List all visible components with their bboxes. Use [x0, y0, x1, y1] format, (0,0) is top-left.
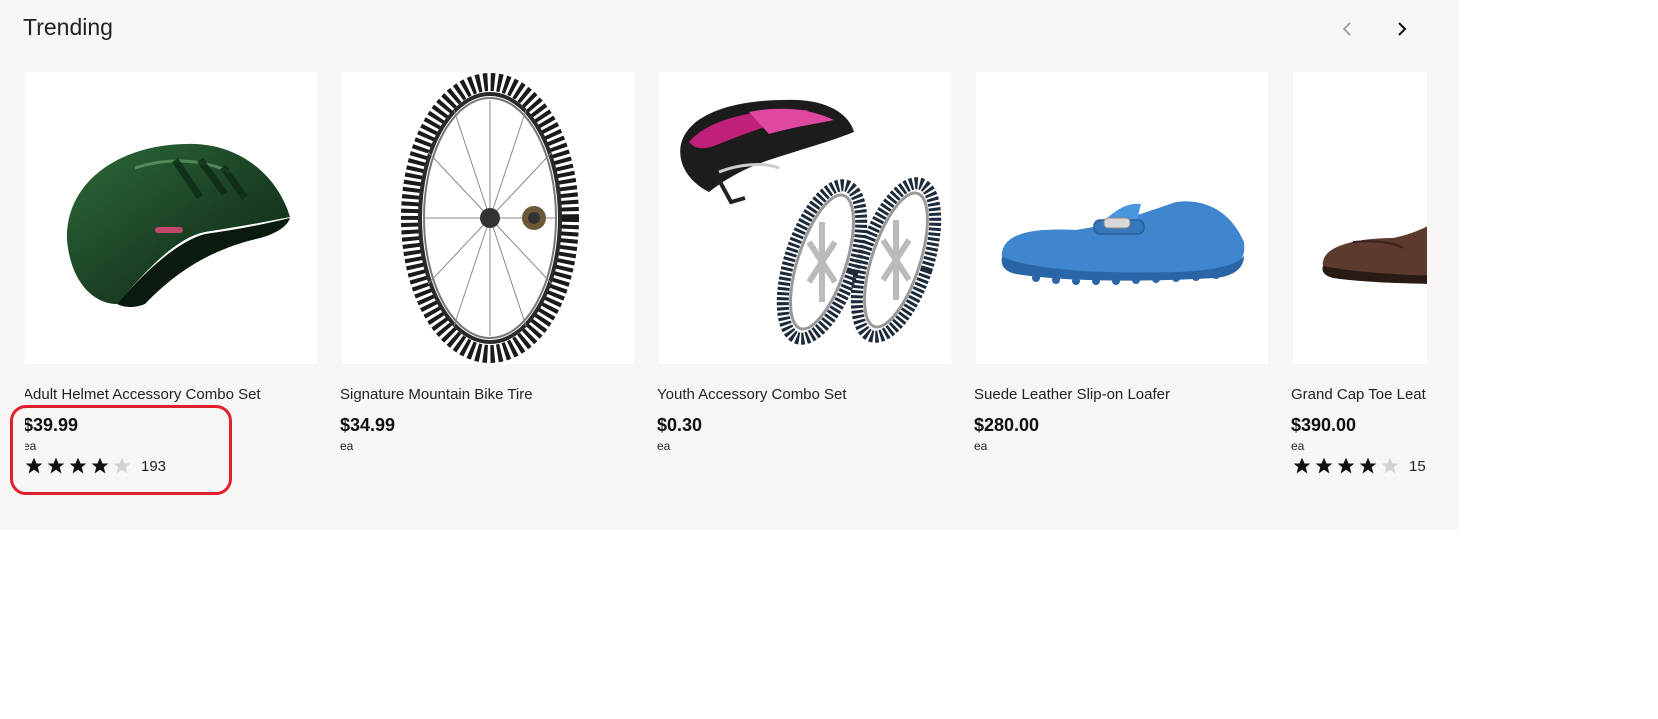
review-count: 193 [141, 457, 167, 475]
carousel-next-button[interactable] [1385, 12, 1419, 46]
product-card[interactable]: Signature Mountain Bike Tire $34.99 ea [340, 72, 634, 512]
review-count: 15 [1409, 457, 1426, 475]
star-filled-icon [69, 457, 87, 474]
star-filled-icon [47, 457, 65, 474]
star-filled-icon [1293, 457, 1311, 474]
product-name[interactable]: Youth Accessory Combo Set [657, 386, 847, 403]
oxford-shoe-image [1322, 226, 1427, 284]
product-unit: ea [1291, 439, 1305, 453]
product-image-blue-loafer[interactable] [976, 72, 1268, 364]
product-unit: ea [340, 439, 354, 453]
star-filled-icon [25, 457, 43, 474]
product-image-green-helmet[interactable] [25, 72, 317, 364]
section-title: Trending [23, 14, 113, 40]
product-card[interactable]: Grand Cap Toe Leat $390.00 ea 15 [1291, 72, 1427, 512]
product-carousel: Adult Helmet Accessory Combo Set $39.99 … [25, 72, 1427, 512]
product-name[interactable]: Signature Mountain Bike Tire [340, 386, 533, 403]
star-empty-icon [113, 457, 131, 474]
youth-combo-image [680, 99, 942, 345]
product-price: $390.00 [1291, 415, 1357, 435]
product-unit: ea [25, 439, 37, 453]
product-image-brown-oxford[interactable] [1293, 72, 1427, 364]
star-filled-icon [1337, 457, 1355, 474]
product-image-helmet-and-wheels[interactable] [659, 72, 951, 364]
product-price: $39.99 [25, 415, 79, 435]
product-rating: 15 [1291, 456, 1426, 476]
star-filled-icon [1359, 457, 1377, 474]
star-filled-icon [1315, 457, 1333, 474]
product-price: $280.00 [974, 415, 1040, 435]
product-card[interactable]: Suede Leather Slip-on Loafer $280.00 ea [974, 72, 1268, 512]
product-name[interactable]: Grand Cap Toe Leat [1291, 386, 1426, 403]
product-rating: 193 [25, 456, 166, 476]
star-filled-icon [91, 457, 109, 474]
product-name[interactable]: Adult Helmet Accessory Combo Set [25, 386, 261, 403]
chevron-left-icon [1342, 22, 1351, 36]
bike-wheel-image [401, 73, 579, 363]
product-unit: ea [657, 439, 671, 453]
product-name[interactable]: Suede Leather Slip-on Loafer [974, 386, 1170, 403]
product-price: $0.30 [657, 415, 703, 435]
loafer-image [1001, 201, 1245, 285]
product-card[interactable]: Adult Helmet Accessory Combo Set $39.99 … [25, 72, 317, 512]
helmet-image [66, 143, 290, 307]
star-empty-icon [1381, 457, 1399, 474]
product-price: $34.99 [340, 415, 396, 435]
product-card[interactable]: Youth Accessory Combo Set $0.30 ea [657, 72, 951, 512]
trending-section: Trending Adult Helmet Accessory Combo Se… [0, 0, 1459, 530]
product-image-bike-wheel[interactable] [342, 72, 634, 364]
product-unit: ea [974, 439, 988, 453]
chevron-right-icon [1398, 22, 1407, 36]
carousel-prev-button[interactable] [1330, 12, 1364, 46]
